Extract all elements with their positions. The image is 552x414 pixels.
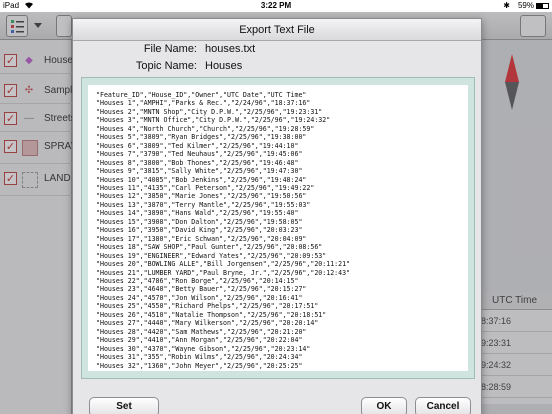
ok-button[interactable]: OK <box>361 397 407 414</box>
battery-percent: 59% <box>517 1 534 10</box>
export-text-content-box[interactable]: "Feature_ID","House_ID","Owner","UTC Dat… <box>88 85 468 371</box>
clock: 3:22 PM <box>260 1 292 10</box>
file-name-label: File Name: <box>143 43 197 55</box>
cancel-button[interactable]: Cancel <box>415 397 471 414</box>
status-bar: iPad 3:22 PM ✱ 59% <box>0 0 552 12</box>
topic-name-row: Topic Name: Houses <box>73 60 483 76</box>
topic-name-value: Houses <box>205 60 243 72</box>
file-name-row: File Name: houses.txt <box>73 43 483 59</box>
export-text-dialog: Export Text File File Name: houses.txt T… <box>72 18 482 414</box>
dialog-title: Export Text File <box>73 19 481 41</box>
topic-name-label: Topic Name: <box>135 60 197 72</box>
bluetooth-icon: ✱ <box>503 1 510 10</box>
export-text-content: "Feature_ID","House_ID","Owner","UTC Dat… <box>96 91 351 370</box>
battery-icon <box>536 3 549 9</box>
file-name-value: houses.txt <box>205 43 256 55</box>
set-button[interactable]: Set <box>89 397 159 414</box>
export-text-area[interactable]: "Feature_ID","House_ID","Owner","UTC Dat… <box>81 77 475 379</box>
